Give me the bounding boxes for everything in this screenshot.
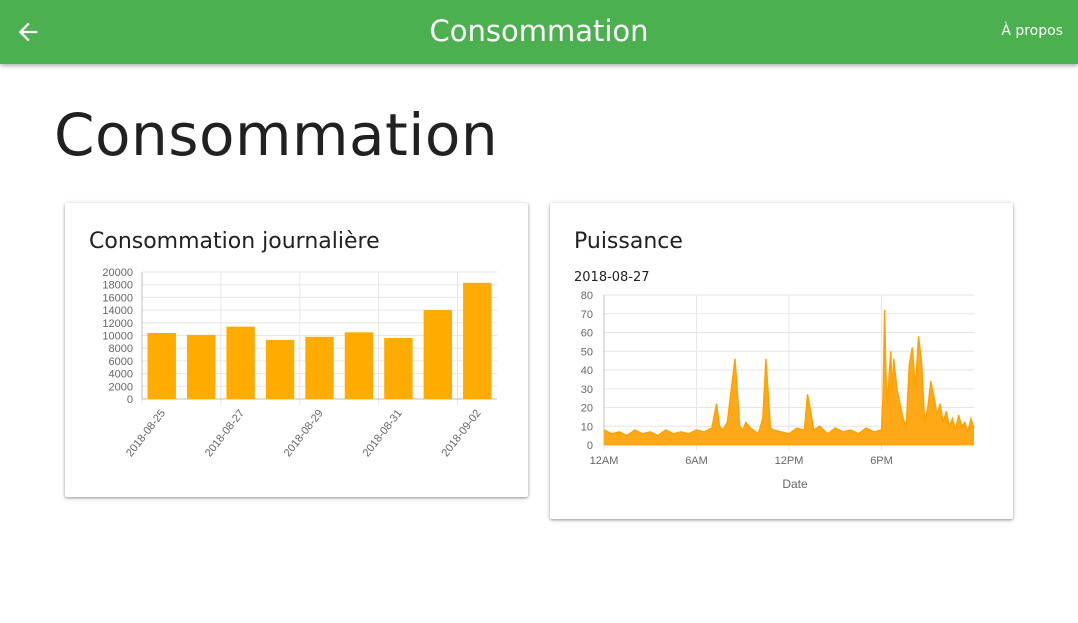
y-tick-label: 30 <box>581 384 593 396</box>
bar-2018-08-29 <box>305 336 334 399</box>
bar-2018-09-01 <box>423 310 453 399</box>
app-title: Consommation <box>429 14 649 48</box>
x-tick-label: 2018-09-02 <box>440 407 484 459</box>
about-link[interactable]: À propos <box>1001 23 1063 39</box>
x-tick-label: 2018-08-29 <box>282 407 326 459</box>
bar-2018-08-31 <box>384 338 413 399</box>
y-tick-label: 70 <box>581 309 593 321</box>
y-tick-label: 40 <box>581 365 593 377</box>
y-tick-label: 0 <box>587 440 593 452</box>
x-tick-label: 12AM <box>590 455 619 467</box>
y-tick-label: 20 <box>581 403 593 415</box>
x-tick-label: 2018-08-27 <box>203 407 247 459</box>
bar-2018-08-25 <box>147 332 176 399</box>
y-tick-label: 0 <box>127 394 133 406</box>
y-tick-label: 20000 <box>102 267 133 279</box>
x-axis-label: Date <box>782 477 808 491</box>
y-tick-label: 18000 <box>102 280 133 292</box>
y-tick-label: 2000 <box>109 381 133 393</box>
x-tick-label: 2018-08-25 <box>124 407 168 459</box>
y-tick-label: 12000 <box>102 318 133 330</box>
bar-2018-08-28 <box>265 339 295 399</box>
bar-2018-09-02 <box>463 282 492 399</box>
x-tick-label: 2018-08-31 <box>361 407 405 459</box>
y-tick-label: 6000 <box>109 356 133 368</box>
page-title: Consommation <box>54 101 499 169</box>
y-tick-label: 50 <box>581 346 593 358</box>
bar-2018-08-27 <box>226 326 255 399</box>
y-tick-label: 80 <box>581 290 593 302</box>
power-chart: 0 10 20 30 40 50 60 70 80 12AM 6AM 12PM 6PM Date <box>581 290 975 491</box>
y-tick-label: 14000 <box>102 305 133 317</box>
bar-2018-08-26 <box>186 334 216 399</box>
daily-consumption-chart: 0200040006000800010000120001400016000180… <box>102 267 497 459</box>
y-tick-label: 60 <box>581 328 593 340</box>
app-bar: Consommation À propos <box>0 0 1078 64</box>
y-tick-label: 16000 <box>102 292 133 304</box>
x-tick-label: 6PM <box>870 455 893 467</box>
y-tick-label: 10000 <box>102 331 133 343</box>
y-tick-label: 8000 <box>109 343 133 355</box>
x-tick-label: 12PM <box>775 455 804 467</box>
bar-2018-08-30 <box>344 332 374 399</box>
power-card: Puissance 2018-08-27 0 10 20 30 40 50 60 70 80 12… <box>550 203 1013 519</box>
y-tick-label: 10 <box>581 421 593 433</box>
x-tick-label: 6AM <box>685 455 708 467</box>
daily-consumption-card: Consommation journalière 0 2000 4000 6000 80… <box>65 203 528 497</box>
y-tick-label: 4000 <box>109 369 133 381</box>
